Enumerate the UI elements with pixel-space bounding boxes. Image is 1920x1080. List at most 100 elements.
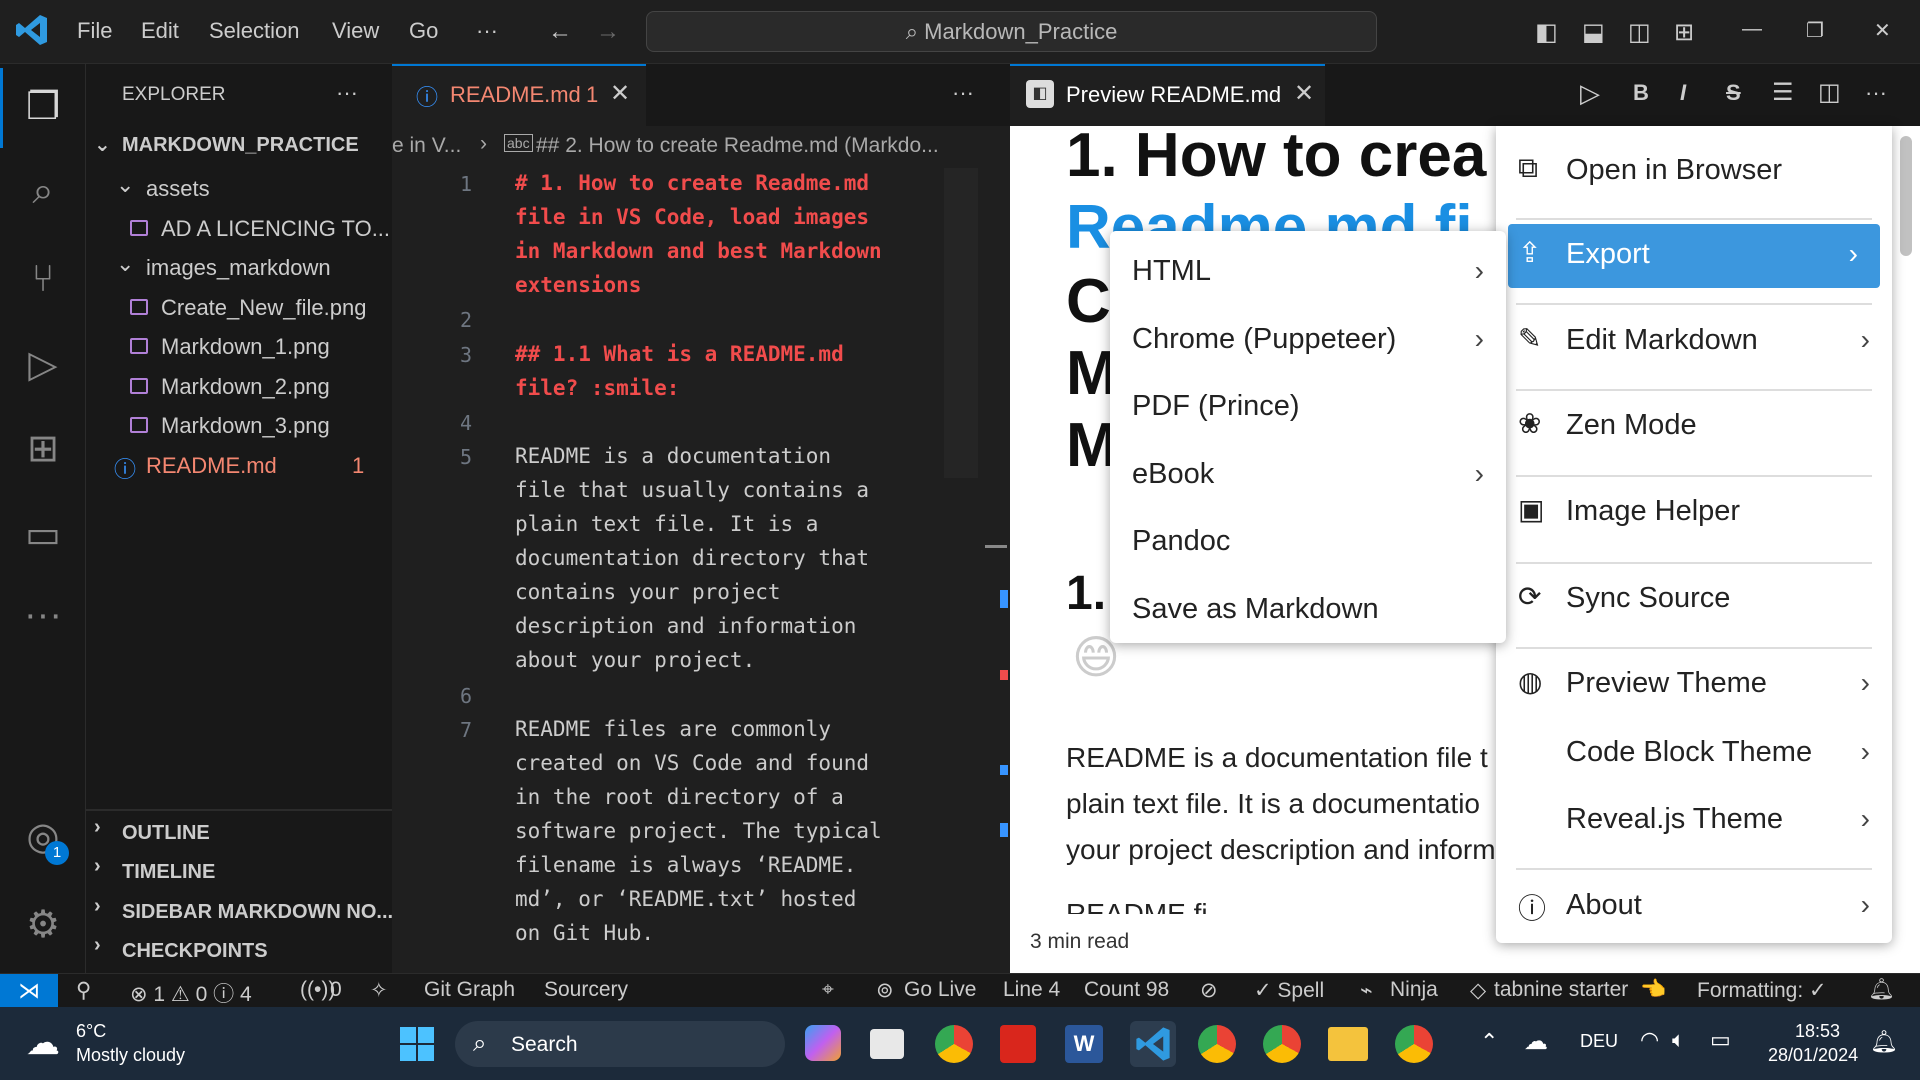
copilot-icon[interactable] [805,1025,841,1061]
menu-item-sync-source[interactable]: ⟳ Sync Source [1496,568,1892,632]
notification-center-icon[interactable]: 🔔︎ [1870,1029,1898,1055]
windows-start-icon[interactable] [400,1027,434,1061]
ninja-button[interactable]: Ninja [1390,978,1438,1002]
acrobat-icon[interactable] [1000,1025,1036,1063]
bold-icon[interactable]: B [1633,80,1649,106]
scrollbar-thumb[interactable] [985,545,1007,548]
tree-item-file[interactable]: Create_New_file.png [86,291,392,330]
tree-item-file[interactable]: Markdown_3.png [86,409,392,448]
export-item-pandoc[interactable]: Pandoc [1110,513,1506,569]
weather-temperature[interactable]: 6°C [76,1021,106,1042]
code-line[interactable]: README is a documentation [515,439,831,473]
toggle-primary-sidebar-icon[interactable]: ◧ [1535,18,1558,47]
tree-item-file[interactable]: Markdown_2.png [86,370,392,409]
customize-layout-icon[interactable]: ⊞ [1674,18,1694,47]
forward-arrow-icon[interactable]: → [596,18,620,46]
menu-item-about[interactable]: ⓘ About › [1496,875,1892,939]
code-line[interactable]: md’, or ‘README.txt’ hosted [515,882,856,916]
tabnine-button[interactable]: tabnine starter [1494,978,1628,1002]
spell-check-button[interactable]: ✓ Spell [1254,978,1324,1003]
taskbar-search[interactable]: ⌕ Search [455,1021,785,1067]
menu-view[interactable]: View [332,18,379,44]
toggle-secondary-sidebar-icon[interactable]: ◫ [1628,18,1651,47]
menu-item-zen-mode[interactable]: ❀ Zen Mode [1496,395,1892,459]
section-timeline[interactable]: › TIMELINE [86,855,392,894]
minimap[interactable] [944,168,978,478]
menu-item-edit-markdown[interactable]: ✎ Edit Markdown › [1496,310,1892,374]
chevron-up-icon[interactable]: ⌃ [1480,1029,1498,1055]
code-line[interactable]: created on VS Code and found [515,746,869,780]
word-icon[interactable]: W [1065,1025,1103,1063]
word-count[interactable]: Count 98 [1084,978,1169,1002]
cloud-sun-icon[interactable]: ☁ [26,1023,60,1063]
onedrive-cloud-icon[interactable]: ☁ [1524,1027,1548,1056]
remote-explorer-icon[interactable]: ▭ [20,512,66,558]
run-icon[interactable]: ▷ [1580,78,1600,109]
more-actions-icon[interactable]: ··· [1865,80,1887,106]
code-line[interactable]: file in VS Code, load images [515,200,869,234]
code-line[interactable]: plain text file. It is a [515,507,818,541]
code-line[interactable]: software project. The typical [515,814,882,848]
preview-scrollbar[interactable] [1900,136,1912,256]
code-line[interactable]: filename is always ‘README. [515,848,856,882]
notifications-bell-icon[interactable]: 🔔︎ [1868,978,1895,1002]
section-sidebar-markdown-notes[interactable]: › SIDEBAR MARKDOWN NO... [86,895,392,934]
code-line[interactable]: about your project. [515,643,755,677]
command-center-search[interactable]: ⌕ Markdown_Practice [646,11,1377,52]
clock-date[interactable]: 28/01/2024 [1768,1045,1858,1066]
tree-item-file[interactable]: AD A LICENCING TO... [86,212,392,251]
tree-item-file[interactable]: Markdown_1.png [86,330,392,369]
tree-item-readme[interactable]: ⓘ README.md 1 [86,449,392,488]
menu-item-preview-theme[interactable]: ◍ Preview Theme › [1496,653,1892,717]
code-line[interactable]: documentation directory that [515,541,869,575]
chrome-icon[interactable] [1263,1025,1301,1063]
ports-count[interactable]: 0 [330,978,342,1002]
menu-item-open-in-browser[interactable]: ⧉ Open in Browser [1496,140,1892,204]
code-line[interactable]: file? :smile: [515,371,679,405]
menu-item-export[interactable]: ⇪ Export › [1508,224,1880,288]
chrome-icon[interactable] [1198,1025,1236,1063]
tab-preview[interactable]: ◧ Preview README.md ✕ [1010,64,1325,126]
restore-button[interactable]: ❐ [1806,18,1824,43]
explorer-more-button[interactable]: ··· [336,80,358,106]
more-icon[interactable]: ··· [20,592,66,638]
editor-more-actions[interactable]: ··· [952,80,974,106]
chrome-icon[interactable] [1395,1025,1433,1063]
export-item-save-as-markdown[interactable]: Save as Markdown [1110,581,1506,637]
file-explorer-icon[interactable] [1328,1027,1368,1061]
tree-item-assets[interactable]: ⌄ assets [86,172,392,211]
breadcrumb-segment[interactable]: ## 2. How to create Readme.md (Markdo... [536,134,939,158]
menu-item-image-helper[interactable]: ▣ Image Helper [1496,481,1892,545]
tree-item-images-markdown[interactable]: ⌄ images_markdown [86,251,392,290]
menu-file[interactable]: File [77,18,112,44]
toggle-panel-icon[interactable]: ⬓ [1582,18,1605,47]
breadcrumb-segment[interactable]: e in V... [392,134,461,158]
export-item-ebook[interactable]: eBook › [1110,446,1506,502]
menu-item-code-block-theme[interactable]: Code Block Theme › [1496,722,1892,786]
code-line[interactable]: README files are commonly [515,712,831,746]
extensions-icon[interactable]: ⊞ [20,426,66,472]
close-button[interactable]: ✕ [1874,18,1891,43]
code-line[interactable]: # 1. How to create Readme.md [515,166,869,200]
strikethrough-icon[interactable]: S [1726,80,1741,106]
explorer-icon[interactable]: ❐ [20,84,66,130]
task-view-icon[interactable] [870,1029,904,1059]
run-debug-icon[interactable]: ▷ [20,342,66,388]
tab-close-icon[interactable]: ✕ [1294,79,1314,108]
settings-gear-icon[interactable]: ⚙ [20,902,66,948]
export-item-html[interactable]: HTML › [1110,243,1506,299]
code-line[interactable]: in Markdown and best Markdown [515,234,882,268]
code-line[interactable]: in the root directory of a [515,780,844,814]
problems-indicator[interactable]: ⊗ 1 ⚠ 0 ⓘ 4 [130,978,252,1008]
code-line[interactable]: on Git Hub. [515,916,654,950]
git-graph-button[interactable]: Git Graph [424,978,515,1002]
section-outline[interactable]: › OUTLINE [86,816,392,855]
menu-go[interactable]: Go [409,18,438,44]
volume-icon[interactable]: 🔈︎ [1672,1027,1685,1053]
magic-wand-icon[interactable]: ✧ [370,978,388,1003]
input-language[interactable]: DEU [1580,1031,1618,1052]
list-icon[interactable]: ☰ [1772,78,1794,107]
menu-edit[interactable]: Edit [141,18,179,44]
code-line[interactable]: description and information [515,609,856,643]
split-editor-icon[interactable]: ◫ [1818,78,1841,107]
